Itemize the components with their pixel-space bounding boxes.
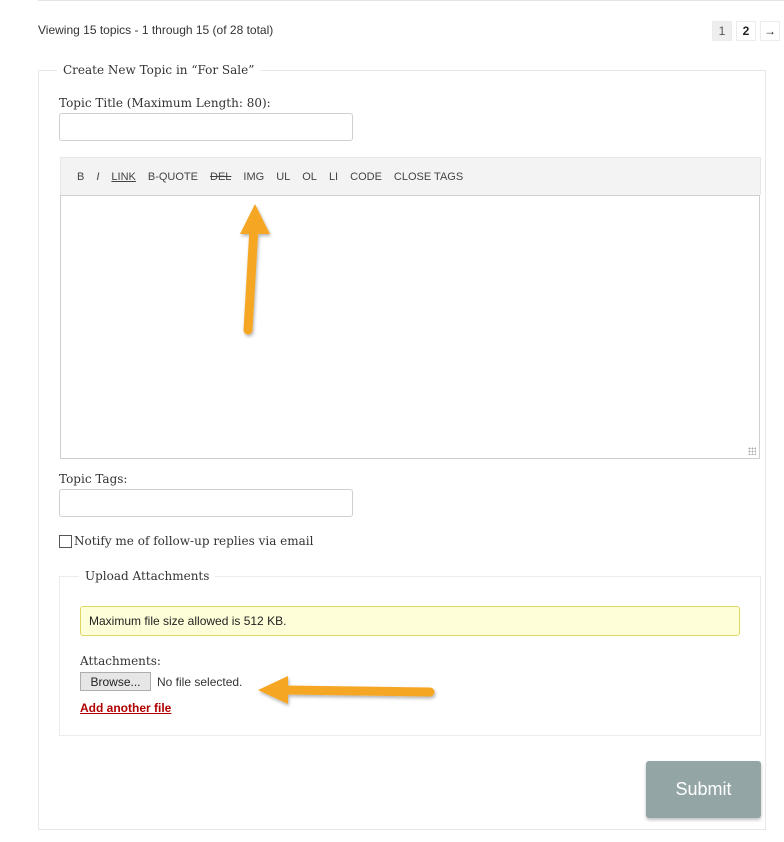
topic-content-textarea[interactable] — [60, 195, 760, 459]
notify-label: Notify me of follow-up replies via email — [74, 534, 314, 548]
editor-toolbar: B I LINK B-QUOTE DEL IMG UL OL LI CODE C… — [60, 157, 761, 195]
topic-tags-label: Topic Tags: — [59, 472, 128, 486]
form-legend: Create New Topic in “For Sale” — [63, 63, 255, 77]
attachments-label: Attachments: — [80, 654, 161, 668]
italic-button[interactable]: I — [96, 171, 99, 183]
upload-legend: Upload Attachments — [85, 569, 210, 583]
code-button[interactable]: CODE — [350, 171, 382, 183]
topic-title-input[interactable] — [59, 113, 353, 141]
browse-button[interactable]: Browse... — [80, 672, 151, 691]
resize-handle-icon[interactable] — [748, 447, 756, 455]
bold-button[interactable]: B — [77, 171, 84, 183]
topic-title-label: Topic Title (Maximum Length: 80): — [59, 96, 271, 110]
li-button[interactable]: LI — [329, 171, 338, 183]
page-2-link[interactable]: 2 — [736, 21, 756, 41]
file-size-notice: Maximum file size allowed is 512 KB. — [80, 606, 740, 636]
topics-count-text: Viewing 15 topics - 1 through 15 (of 28 … — [38, 23, 274, 37]
close-tags-button[interactable]: CLOSE TAGS — [394, 171, 463, 183]
submit-button[interactable]: Submit — [646, 761, 761, 818]
next-page-arrow-icon[interactable]: → — [760, 21, 780, 41]
topic-tags-input[interactable] — [59, 489, 353, 517]
add-another-file-link[interactable]: Add another file — [80, 701, 171, 715]
link-button[interactable]: LINK — [111, 171, 135, 183]
top-divider — [38, 0, 784, 1]
pagination: 1 2 → — [712, 21, 780, 41]
ol-button[interactable]: OL — [302, 171, 317, 183]
blockquote-button[interactable]: B-QUOTE — [148, 171, 198, 183]
ul-button[interactable]: UL — [276, 171, 290, 183]
del-button[interactable]: DEL — [210, 171, 231, 183]
notify-checkbox[interactable] — [59, 534, 72, 548]
no-file-selected-text: No file selected. — [157, 675, 243, 689]
img-button[interactable]: IMG — [243, 171, 264, 183]
notify-option: Notify me of follow-up replies via email — [59, 534, 313, 548]
page-1-link[interactable]: 1 — [712, 21, 732, 41]
